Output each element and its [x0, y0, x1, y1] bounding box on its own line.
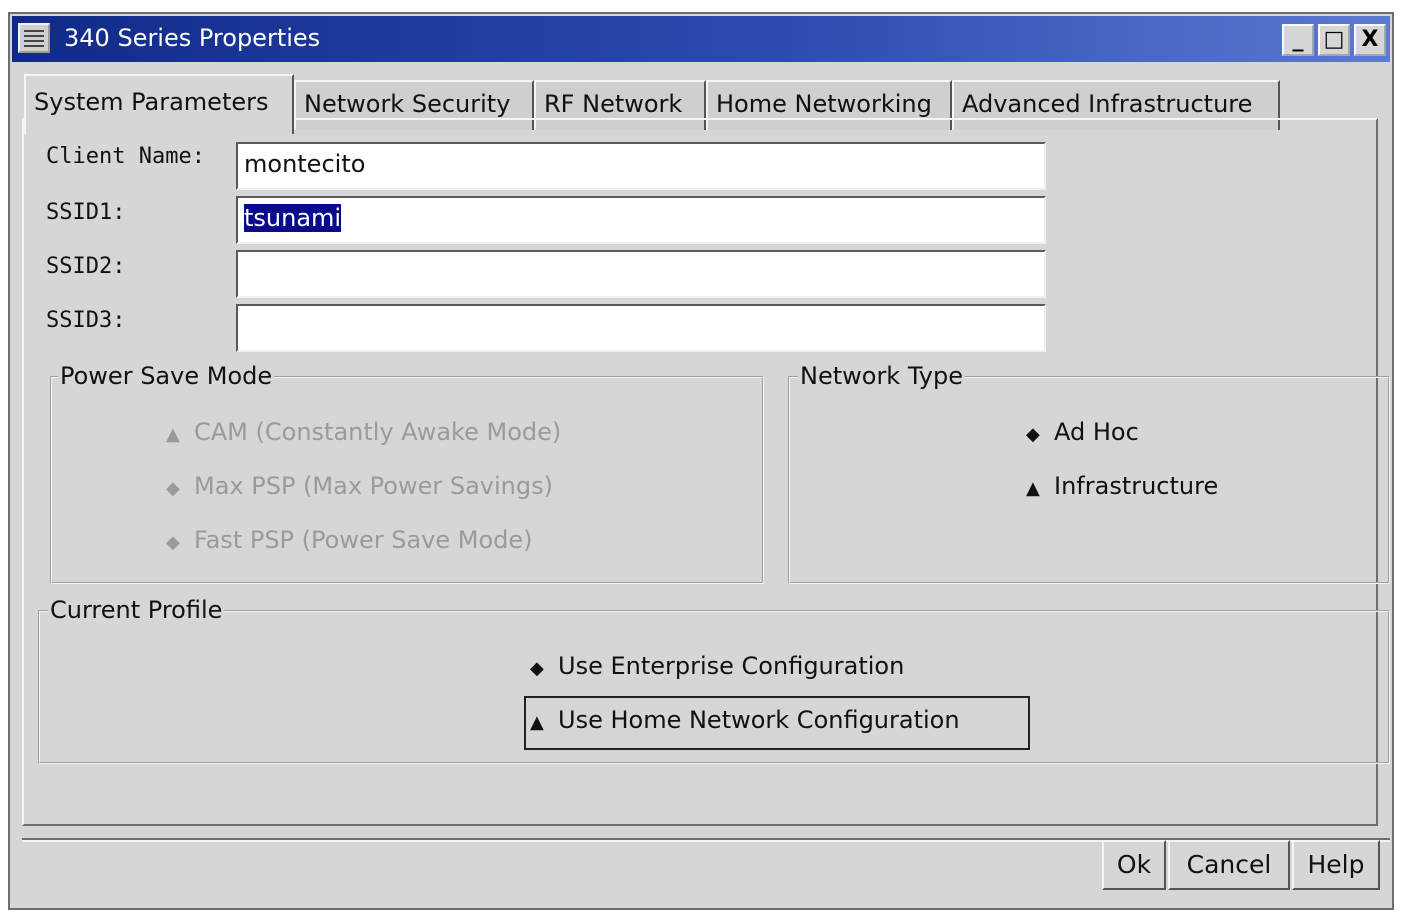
- radio-selected-icon: ▲: [166, 424, 180, 445]
- radio-selected-icon: ▲: [530, 712, 544, 733]
- help-button[interactable]: Help: [1292, 840, 1380, 890]
- radio-cam[interactable]: ▲ CAM (Constantly Awake Mode): [166, 418, 561, 446]
- radio-home-network-config[interactable]: ▲ Use Home Network Configuration: [530, 706, 960, 734]
- ssid1-selected-text: tsunami: [244, 204, 342, 232]
- cancel-button[interactable]: Cancel: [1168, 840, 1290, 890]
- ssid1-label: SSID1:: [46, 200, 126, 225]
- power-save-mode-title: Power Save Mode: [58, 362, 275, 390]
- maximize-button[interactable]: □: [1318, 24, 1350, 56]
- radio-home-network-config-label: Use Home Network Configuration: [558, 706, 960, 734]
- ssid3-label: SSID3:: [46, 308, 126, 333]
- minimize-button[interactable]: _: [1282, 24, 1314, 56]
- radio-max-psp-label: Max PSP (Max Power Savings): [194, 472, 553, 500]
- radio-unselected-icon: ◆: [1026, 424, 1040, 445]
- ok-button[interactable]: Ok: [1102, 840, 1166, 890]
- radio-unselected-icon: ◆: [530, 658, 544, 679]
- ssid2-label: SSID2:: [46, 254, 126, 279]
- ssid1-field[interactable]: tsunami: [236, 196, 1046, 244]
- client-name-field[interactable]: montecito: [236, 142, 1046, 190]
- radio-enterprise-config[interactable]: ◆ Use Enterprise Configuration: [530, 652, 904, 680]
- tab-system-parameters[interactable]: System Parameters: [24, 74, 294, 134]
- radio-unselected-icon: ◆: [166, 532, 180, 553]
- radio-infrastructure[interactable]: ▲ Infrastructure: [1026, 472, 1218, 500]
- radio-ad-hoc[interactable]: ◆ Ad Hoc: [1026, 418, 1139, 446]
- title-bar[interactable]: 340 Series Properties _ □ X: [12, 16, 1390, 62]
- radio-fast-psp-label: Fast PSP (Power Save Mode): [194, 526, 533, 554]
- radio-selected-icon: ▲: [1026, 478, 1040, 499]
- network-type-title: Network Type: [798, 362, 965, 390]
- radio-enterprise-config-label: Use Enterprise Configuration: [558, 652, 905, 680]
- radio-cam-label: CAM (Constantly Awake Mode): [194, 418, 562, 446]
- radio-fast-psp[interactable]: ◆ Fast PSP (Power Save Mode): [166, 526, 533, 554]
- window-title: 340 Series Properties: [64, 24, 321, 52]
- ssid2-field[interactable]: [236, 250, 1046, 298]
- window-menu-icon[interactable]: [18, 23, 50, 53]
- current-profile-title: Current Profile: [48, 596, 225, 624]
- close-button[interactable]: X: [1354, 24, 1386, 56]
- radio-infrastructure-label: Infrastructure: [1054, 472, 1219, 500]
- radio-max-psp[interactable]: ◆ Max PSP (Max Power Savings): [166, 472, 553, 500]
- client-name-label: Client Name:: [46, 144, 205, 169]
- radio-unselected-icon: ◆: [166, 478, 180, 499]
- ssid3-field[interactable]: [236, 304, 1046, 352]
- radio-ad-hoc-label: Ad Hoc: [1054, 418, 1139, 446]
